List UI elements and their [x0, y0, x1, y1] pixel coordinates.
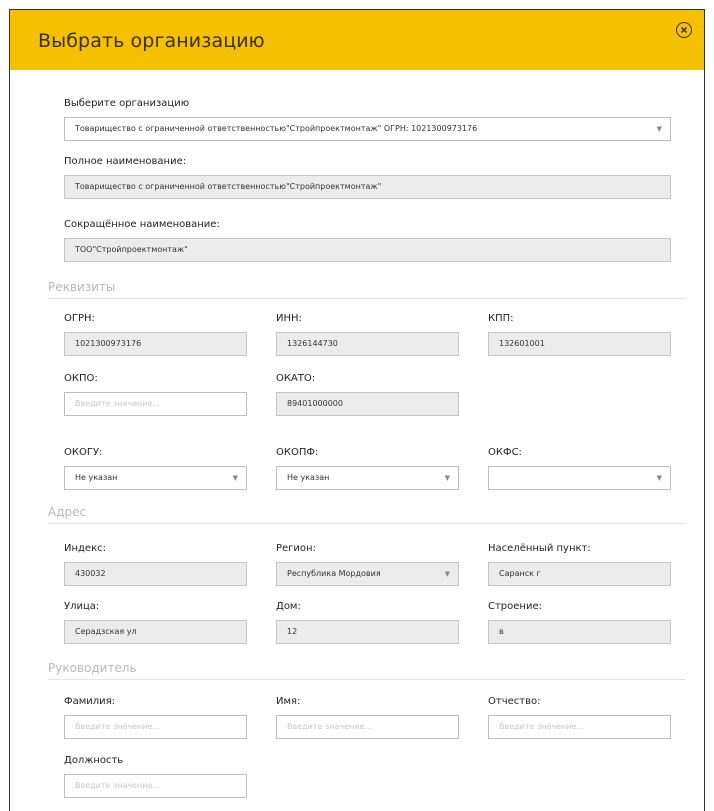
okato-label: ОКАТО: [276, 373, 316, 384]
close-circle-icon [680, 26, 688, 34]
okogu-select[interactable]: Не указан ▼ [64, 466, 247, 490]
ogrn-label: ОГРН: [64, 313, 95, 324]
organization-select[interactable]: Товарищество с ограниченной ответственно… [64, 117, 671, 141]
locality-field: Саранск г [488, 562, 671, 586]
index-label: Индекс: [64, 543, 106, 554]
okfs-select[interactable]: ▼ [488, 466, 671, 490]
position-label: Должность [64, 755, 124, 766]
close-button[interactable] [676, 22, 692, 38]
okpo-label: ОКПО: [64, 373, 98, 384]
chevron-down-icon: ▼ [656, 125, 662, 133]
region-select-value: Республика Мордовия [287, 569, 381, 578]
organization-select-value: Товарищество с ограниченной ответственно… [75, 124, 478, 133]
house-label: Дом: [276, 601, 301, 612]
region-select: Республика Мордовия ▼ [276, 562, 459, 586]
dialog-title: Выбрать организацию [38, 30, 265, 52]
name-input[interactable]: Введите значение... [276, 715, 459, 739]
okfs-label: ОКФС: [488, 447, 522, 458]
full-name-label: Полное наименование: [64, 156, 187, 167]
okopf-label: ОКОПФ: [276, 447, 319, 458]
requisites-section-title: Реквизиты [48, 280, 686, 299]
full-name-field: Товарищество с ограниченной ответственно… [64, 175, 671, 199]
short-name-field: ТОО"Стройпроектмонтаж" [64, 238, 671, 262]
chevron-down-icon: ▼ [232, 474, 238, 482]
chevron-down-icon: ▼ [444, 474, 450, 482]
building-field: в [488, 620, 671, 644]
surname-input[interactable]: Введите значение... [64, 715, 247, 739]
kpp-label: КПП: [488, 313, 514, 324]
inn-field: 1326144730 [276, 332, 459, 356]
locality-label: Населённый пункт: [488, 543, 591, 554]
patronymic-input[interactable]: Введите значение... [488, 715, 671, 739]
okogu-label: ОКОГУ: [64, 447, 103, 458]
okopf-select-value: Не указан [287, 473, 330, 482]
okopf-select[interactable]: Не указан ▼ [276, 466, 459, 490]
okpo-input[interactable]: Введите значение... [64, 392, 247, 416]
street-field: Серадзская ул [64, 620, 247, 644]
street-label: Улица: [64, 601, 100, 612]
select-organization-dialog: Выбрать организацию Выберите организацию… [9, 9, 705, 811]
select-organization-label: Выберите организацию [64, 98, 190, 109]
address-section-title: Адрес [48, 505, 686, 524]
building-label: Строение: [488, 601, 542, 612]
index-field: 430032 [64, 562, 247, 586]
head-section-title: Руководитель [48, 661, 686, 680]
region-label: Регион: [276, 543, 316, 554]
chevron-down-icon: ▼ [656, 474, 662, 482]
patronymic-label: Отчество: [488, 696, 541, 707]
surname-label: Фамилия: [64, 696, 116, 707]
dialog-header: Выбрать организацию [10, 10, 704, 70]
position-input[interactable]: Введите значение... [64, 774, 247, 798]
short-name-label: Сокращённое наименование: [64, 219, 220, 230]
okogu-select-value: Не указан [75, 473, 118, 482]
house-field: 12 [276, 620, 459, 644]
chevron-down-icon: ▼ [444, 570, 450, 578]
inn-label: ИНН: [276, 313, 302, 324]
name-label: Имя: [276, 696, 301, 707]
ogrn-field: 1021300973176 [64, 332, 247, 356]
okato-field: 89401000000 [276, 392, 459, 416]
kpp-field: 132601001 [488, 332, 671, 356]
